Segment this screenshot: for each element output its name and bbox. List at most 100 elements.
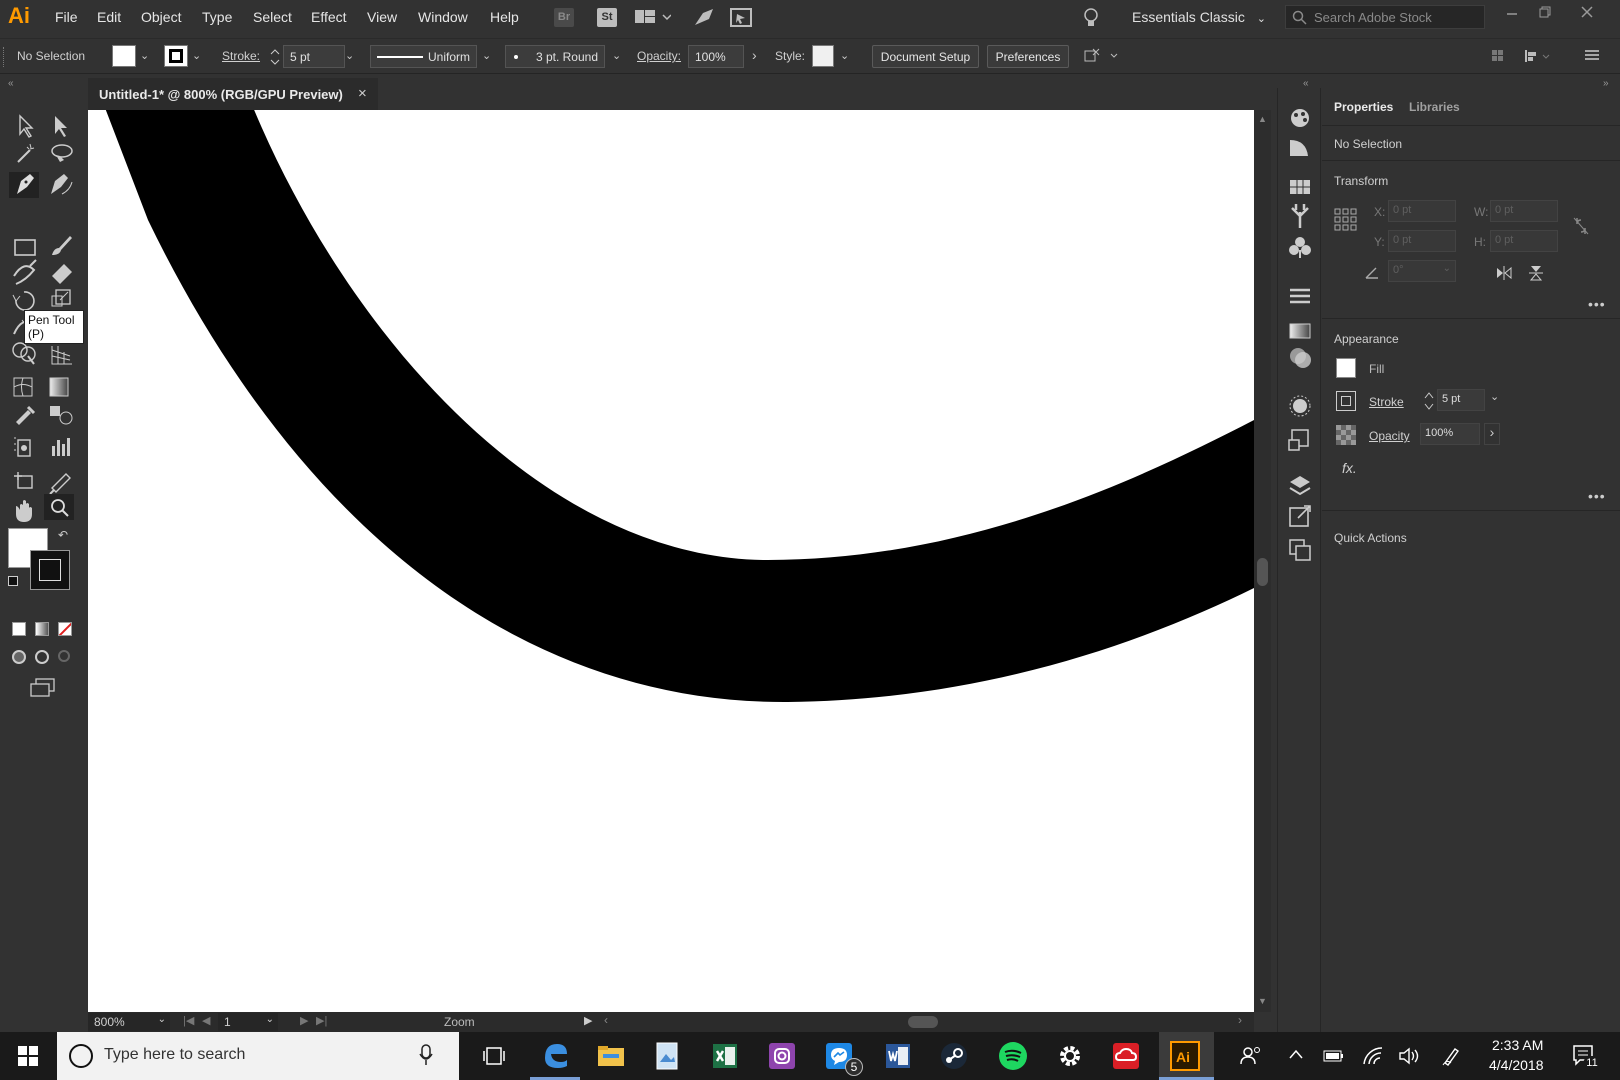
transparency-icon[interactable] <box>1290 348 1311 368</box>
restore-button[interactable] <box>1538 5 1552 19</box>
menu-file[interactable]: File <box>55 9 78 25</box>
stroke-panel-icon[interactable] <box>1290 288 1310 304</box>
reference-point-icon[interactable] <box>1334 208 1358 232</box>
blend-tool-icon[interactable] <box>50 406 73 425</box>
minimize-button[interactable] <box>1505 7 1519 21</box>
menu-view[interactable]: View <box>367 9 397 25</box>
stroke-swatch[interactable] <box>1336 391 1356 411</box>
direct-selection-tool-icon[interactable] <box>55 116 67 137</box>
taskbar-search-box[interactable]: Type here to search <box>57 1032 459 1080</box>
settings-gear-icon[interactable] <box>1054 1040 1086 1072</box>
instagram-icon[interactable] <box>766 1040 798 1072</box>
draw-behind-icon[interactable] <box>35 650 49 664</box>
microphone-icon[interactable] <box>419 1044 433 1066</box>
vertical-scrollbar[interactable]: ▲ ▼ <box>1254 110 1271 1012</box>
artboard-canvas[interactable] <box>88 110 1254 1012</box>
opacity-label[interactable]: Opacity: <box>637 49 681 63</box>
chevron-down-icon[interactable]: ⌄ <box>140 49 149 62</box>
stroke-swatch[interactable] <box>164 45 188 67</box>
battery-icon[interactable] <box>1323 1050 1345 1062</box>
eraser-tool-icon[interactable] <box>52 264 72 284</box>
x-field[interactable]: 0 pt <box>1388 200 1456 222</box>
opacity-label[interactable]: Opacity <box>1369 429 1410 443</box>
document-tab[interactable]: Untitled-1* @ 800% (RGB/GPU Preview) × <box>88 78 378 110</box>
default-fill-stroke-icon[interactable] <box>8 576 18 586</box>
close-window-button[interactable] <box>1580 5 1594 19</box>
shape-builder-tool-icon[interactable] <box>12 342 36 365</box>
spotify-icon[interactable] <box>997 1040 1029 1072</box>
fill-swatch[interactable] <box>112 45 136 67</box>
gradient-panel-icon[interactable] <box>1289 323 1311 339</box>
y-field[interactable]: 0 pt <box>1388 230 1456 252</box>
appearance-icon[interactable] <box>1289 395 1311 417</box>
illustrator-taskbar-icon[interactable]: Ai <box>1169 1040 1201 1072</box>
chevron-right-icon[interactable]: › <box>1484 423 1500 445</box>
stock-button[interactable]: St <box>597 8 617 27</box>
color-mode-icon[interactable] <box>12 622 26 636</box>
symbol-sprayer-tool-icon[interactable] <box>14 437 31 457</box>
style-swatch[interactable] <box>812 45 834 67</box>
chevron-down-icon[interactable]: ⌄ <box>345 49 354 62</box>
last-artboard-icon[interactable]: ▶| <box>316 1014 327 1027</box>
arrange-icon[interactable] <box>1083 47 1119 65</box>
chevron-right-icon[interactable]: › <box>752 47 757 63</box>
w-field[interactable]: 0 pt <box>1490 200 1558 222</box>
chevron-down-icon[interactable]: ⌄ <box>192 49 201 62</box>
rectangle-tool-icon[interactable] <box>14 239 36 256</box>
status-menu-icon[interactable]: ▶ <box>584 1014 592 1027</box>
menu-effect[interactable]: Effect <box>311 9 347 25</box>
fill-swatch[interactable] <box>1336 358 1356 378</box>
document-setup-button[interactable]: Document Setup <box>872 45 979 68</box>
stroke-weight-field[interactable]: 5 pt <box>283 45 345 68</box>
task-view-icon[interactable] <box>483 1046 505 1066</box>
sync-icon[interactable] <box>730 8 752 28</box>
bridge-button[interactable]: Br <box>554 8 574 27</box>
stroke-stepper-icon[interactable] <box>1424 390 1434 412</box>
menu-edit[interactable]: Edit <box>97 9 121 25</box>
file-explorer-icon[interactable] <box>595 1040 627 1072</box>
column-graph-tool-icon[interactable] <box>52 438 70 456</box>
color-guide-icon[interactable] <box>1291 109 1309 127</box>
artboard-tool-icon[interactable] <box>14 472 33 489</box>
close-tab-icon[interactable]: × <box>358 85 367 102</box>
menu-object[interactable]: Object <box>141 9 181 25</box>
rotate-tool-icon[interactable] <box>12 291 35 311</box>
graphic-styles-icon[interactable] <box>1288 429 1309 451</box>
gradient-mode-icon[interactable] <box>35 622 49 636</box>
people-icon[interactable] <box>1240 1046 1262 1066</box>
panel-menu-icon[interactable] <box>1585 49 1599 61</box>
stroke-weight-field[interactable]: 5 pt <box>1437 389 1485 411</box>
tab-properties[interactable]: Properties <box>1334 100 1393 114</box>
scroll-up-icon[interactable]: ▲ <box>1258 114 1267 124</box>
more-options-icon[interactable]: ••• <box>1588 296 1606 312</box>
horizontal-scroll-thumb[interactable] <box>908 1016 938 1028</box>
perspective-grid-tool-icon[interactable] <box>51 346 72 365</box>
menu-type[interactable]: Type <box>202 9 232 25</box>
eyedropper-tool-icon[interactable] <box>16 405 36 425</box>
horizontal-scroll-right-icon[interactable]: › <box>1238 1013 1242 1027</box>
stroke-color-box[interactable] <box>30 550 70 590</box>
selection-tool-icon[interactable] <box>19 114 34 138</box>
align-icon[interactable] <box>1492 48 1562 64</box>
scale-tool-icon[interactable] <box>51 289 71 307</box>
artboard-number-field[interactable]: 1 ⌄ <box>218 1013 278 1031</box>
control-bar-grip[interactable] <box>3 47 6 67</box>
clock-date[interactable]: 4/4/2018 <box>1489 1057 1544 1073</box>
stroke-label[interactable]: Stroke: <box>222 49 260 63</box>
show-hidden-icons-chevron[interactable] <box>1288 1048 1304 1060</box>
opacity-field[interactable]: 100% <box>1420 423 1480 445</box>
scroll-down-icon[interactable]: ▼ <box>1258 996 1267 1006</box>
shaper-tool-icon[interactable] <box>13 259 37 285</box>
chevron-down-icon[interactable]: ⌄ <box>1490 390 1499 403</box>
stroke-stepper-icon[interactable] <box>270 47 280 67</box>
hand-tool-icon[interactable] <box>16 500 32 522</box>
draw-normal-icon[interactable] <box>12 650 26 664</box>
steam-icon[interactable] <box>938 1040 970 1072</box>
flip-vertical-icon[interactable] <box>1529 264 1543 282</box>
arrange-documents-icon[interactable] <box>635 9 671 25</box>
stroke-label[interactable]: Stroke <box>1369 395 1404 409</box>
fill-label[interactable]: Fill <box>1369 362 1384 376</box>
layers-icon[interactable] <box>1289 476 1311 496</box>
artboards-panel-icon[interactable] <box>1289 539 1311 561</box>
curvature-tool-icon[interactable] <box>51 174 73 195</box>
